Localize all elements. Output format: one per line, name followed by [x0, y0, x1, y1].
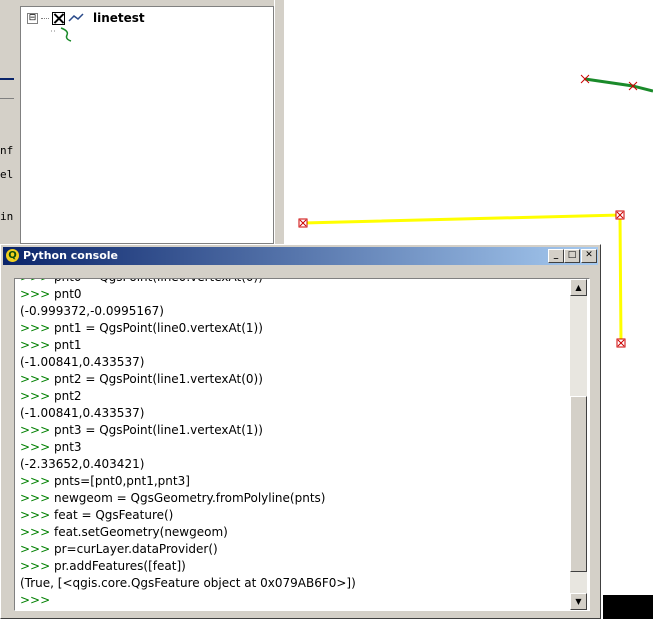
console-line: >>> pnt2 [20, 388, 565, 405]
console-scrollbar[interactable]: ▲ ▼ [570, 279, 587, 610]
maximize-button[interactable]: □ [564, 249, 580, 263]
vertex-marker-1 [298, 218, 308, 228]
console-prompt: >>> [20, 559, 54, 573]
console-command: pnt3 [53, 440, 82, 454]
console-command: pnt0 = QgsPoint(line0.vertexAt(0)) [54, 279, 263, 284]
console-prompt: >>> [20, 287, 54, 301]
console-prompt: >>> [20, 440, 54, 454]
console-line: >>> pnt1 = QgsPoint(line0.vertexAt(1)) [20, 320, 565, 337]
console-prompt: >>> [20, 542, 54, 556]
console-lines: >>> pnt0 = QgsPoint(line0.vertexAt(0))>>… [20, 279, 565, 609]
console-line: >>> pnt1 [20, 337, 565, 354]
cut-text-3: in [0, 210, 14, 223]
console-prompt: >>> [20, 338, 54, 352]
console-command: pnt2 [53, 389, 82, 403]
console-prompt: >>> [20, 474, 54, 488]
console-output-text: (-1.00841,0.433537) [20, 406, 145, 420]
taskbar-edge [603, 595, 653, 619]
console-command: pr.addFeatures([feat]) [53, 559, 186, 573]
collapse-icon[interactable]: ⊟ [27, 12, 38, 24]
console-prompt: >>> [20, 423, 54, 437]
console-line: >>> pnt3 [20, 439, 565, 456]
feature-line [584, 77, 653, 93]
layer-name: linetest [93, 11, 145, 25]
vertex-marker-3 [616, 338, 626, 348]
console-line: (-2.33652,0.403421) [20, 456, 565, 473]
cut-text-1: nf [0, 144, 14, 157]
console-prompt: >>> [20, 508, 54, 522]
console-prompt: >>> [20, 491, 54, 505]
console-output-text: (-0.999372,-0.0995167) [20, 304, 164, 318]
console-line: (-0.999372,-0.0995167) [20, 303, 565, 320]
console-command: pnt3 = QgsPoint(line1.vertexAt(1)) [53, 423, 263, 437]
layer-visibility-checkbox[interactable] [52, 11, 65, 25]
scroll-down-button[interactable]: ▼ [570, 593, 587, 610]
tree-connector [41, 17, 49, 19]
console-prompt: >>> [20, 279, 54, 284]
console-command: pnt0 [53, 287, 82, 301]
console-line: >>> pnt0 [20, 286, 565, 303]
console-line: >>> feat.setGeometry(newgeom) [20, 524, 565, 541]
console-line: (-1.00841,0.433537) [20, 354, 565, 371]
minimize-button[interactable]: _ [548, 249, 564, 263]
scroll-thumb[interactable] [570, 396, 587, 572]
console-prompt: >>> [20, 525, 54, 539]
console-output-text: (True, [<qgis.core.QgsFeature object at … [20, 576, 356, 590]
console-command: pnts=[pnt0,pnt1,pnt3] [53, 474, 190, 488]
console-prompt: >>> [20, 372, 54, 386]
console-prompt: >>> [20, 321, 54, 335]
line-layer-icon [68, 13, 84, 22]
selection-marker [0, 78, 14, 80]
console-output[interactable]: >>> pnt0 = QgsPoint(line0.vertexAt(0))>>… [14, 278, 590, 611]
console-line: >>> pr=curLayer.dataProvider() [20, 541, 565, 558]
python-console-window: Q Python console _ □ ✕ >>> pnt0 = QgsPoi… [0, 244, 601, 619]
console-line: >>> pnt2 = QgsPoint(line1.vertexAt(0)) [20, 371, 565, 388]
console-title: Python console [23, 249, 118, 262]
layers-tree[interactable]: ⊟ linetest [20, 6, 274, 244]
console-line: >>> pnts=[pnt0,pnt1,pnt3] [20, 473, 565, 490]
console-command: newgeom = QgsGeometry.fromPolyline(pnts) [53, 491, 326, 505]
console-line: >>> [20, 592, 565, 609]
scroll-up-button[interactable]: ▲ [570, 279, 587, 296]
console-line: >>> pnt0 = QgsPoint(line0.vertexAt(0)) [20, 279, 565, 286]
console-output-text: (-1.00841,0.433537) [20, 355, 145, 369]
vertex-marker-2 [615, 210, 625, 220]
console-line: (True, [<qgis.core.QgsFeature object at … [20, 575, 565, 592]
qgis-logo-icon: Q [6, 249, 19, 262]
console-command: feat = QgsFeature() [53, 508, 174, 522]
console-command: pnt1 = QgsPoint(line0.vertexAt(1)) [53, 321, 263, 335]
console-titlebar[interactable]: Q Python console _ □ ✕ [3, 247, 598, 265]
console-command: pnt2 = QgsPoint(line1.vertexAt(0)) [53, 372, 263, 386]
cut-text-2: el [0, 168, 14, 181]
close-button[interactable]: ✕ [581, 249, 597, 263]
console-line: (-1.00841,0.433537) [20, 405, 565, 422]
console-command: pnt1 [53, 338, 82, 352]
console-prompt: >>> [20, 593, 54, 607]
console-line: >>> feat = QgsFeature() [20, 507, 565, 524]
console-command: pr=curLayer.dataProvider() [53, 542, 218, 556]
console-line: >>> pnt3 = QgsPoint(line1.vertexAt(1)) [20, 422, 565, 439]
console-command: feat.setGeometry(newgeom) [53, 525, 228, 539]
layer-item[interactable]: ⊟ linetest [27, 9, 145, 27]
divider [0, 98, 14, 99]
console-prompt: >>> [20, 389, 54, 403]
console-line: >>> newgeom = QgsGeometry.fromPolyline(p… [20, 490, 565, 507]
layer-symbol-icon [51, 27, 72, 42]
console-output-text: (-2.33652,0.403421) [20, 457, 145, 471]
console-line: >>> pr.addFeatures([feat]) [20, 558, 565, 575]
